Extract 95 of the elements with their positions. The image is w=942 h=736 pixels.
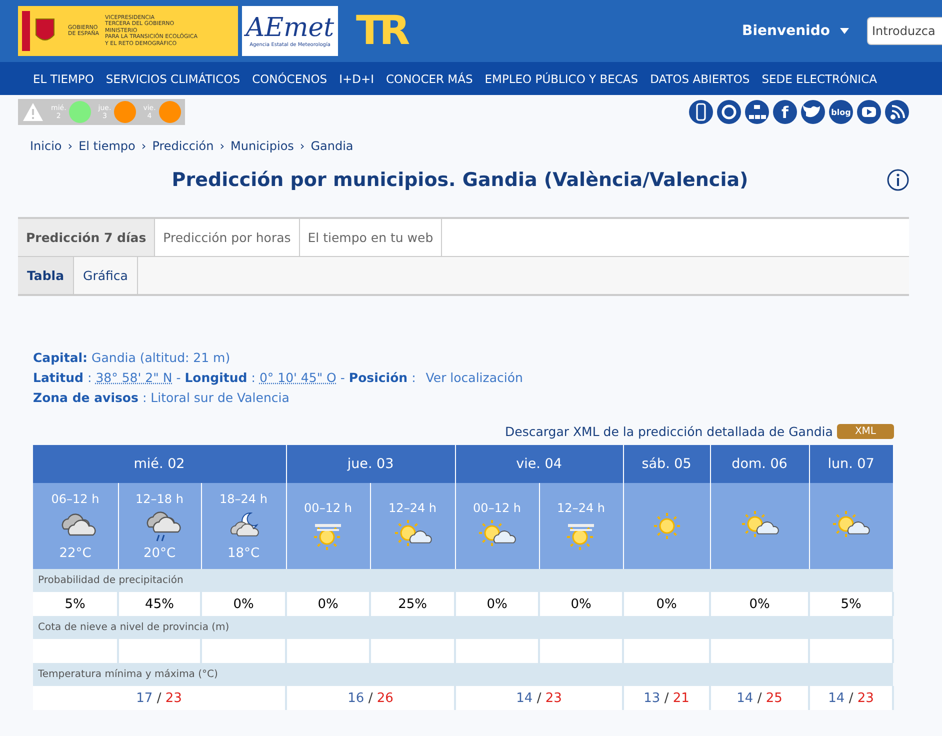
min-temp: 16: [348, 690, 364, 706]
table-cell: 25%: [370, 592, 456, 616]
max-temp: 23: [857, 690, 874, 706]
max-temp: 23: [165, 690, 182, 706]
table-cell: 5%: [809, 592, 894, 616]
separator: /: [536, 690, 542, 706]
field-label: Capital:: [33, 349, 88, 367]
separator: :: [412, 369, 416, 387]
separator: /: [756, 690, 763, 706]
breadcrumb-link[interactable]: Municipios: [230, 139, 294, 153]
row-label: Cota de nieve a nivel de provincia (m): [33, 616, 894, 639]
row-label: Temperatura mínima y máxima (°C): [33, 663, 894, 686]
play-icon[interactable]: [857, 100, 881, 124]
min-temp: 14: [516, 690, 533, 706]
min-temp: 17: [136, 690, 153, 706]
menu-item[interactable]: I+D+I: [333, 72, 380, 86]
separator: ›: [220, 139, 225, 153]
table-cell: 45%: [118, 592, 201, 616]
separator: :: [87, 369, 92, 387]
table-cell: 0%: [455, 592, 540, 616]
breadcrumb-link[interactable]: Inicio: [30, 139, 62, 153]
menu-item[interactable]: SERVICIOS CLIMÁTICOS: [100, 72, 246, 86]
breadcrumb-link[interactable]: Predicción: [152, 139, 214, 153]
day-header: sáb. 05: [623, 445, 710, 483]
field-label: Latitud: [33, 369, 84, 387]
separator: /: [156, 690, 162, 706]
max-temp: 25: [766, 690, 782, 706]
table-cell: 0%: [710, 592, 810, 616]
info-icon[interactable]: [887, 169, 909, 191]
max-temp: 26: [376, 690, 394, 706]
table-cell: 0%: [539, 592, 624, 616]
download-link[interactable]: Descargar XML de la predicción detallada de Gandia: [505, 424, 833, 439]
field-label: Zona de avisos: [33, 389, 138, 407]
separator: -: [340, 369, 345, 387]
day-header: dom. 06: [710, 445, 810, 483]
separator: ›: [141, 139, 146, 153]
bird-icon[interactable]: [801, 100, 825, 124]
menu-item[interactable]: SEDE ELECTRÓNICA: [756, 72, 883, 86]
field-value: Litoral sur de Valencia: [150, 389, 290, 407]
forecast-cell: 00–12 h: [286, 483, 370, 569]
row-label: Probabilidad de precipitación: [33, 569, 894, 592]
table-cell: 0%: [201, 592, 286, 616]
menu-item[interactable]: CONÓCENOS: [246, 72, 334, 86]
breadcrumb-link[interactable]: Gandia: [310, 139, 354, 153]
separator: ›: [68, 139, 73, 153]
tab[interactable]: Tabla: [18, 257, 74, 294]
separator: /: [663, 690, 670, 706]
separator: ›: [300, 139, 305, 153]
day-header: lun. 07: [809, 445, 894, 483]
menu-item[interactable]: EMPLEO PÚBLICO Y BECAS: [478, 72, 644, 86]
field-value: 0° 10' 45" O: [259, 369, 336, 387]
max-temp: 21: [672, 690, 690, 706]
separator: :: [142, 389, 147, 407]
separator: /: [367, 690, 374, 706]
field-value: Gandia (altitud: 21 m): [92, 349, 230, 367]
min-temp: 13: [644, 690, 660, 706]
tab[interactable]: Gráfica: [74, 257, 138, 294]
breadcrumb-link[interactable]: El tiempo: [78, 139, 136, 153]
separator: -: [176, 369, 181, 387]
sitemap-icon[interactable]: [745, 100, 769, 124]
separator: :: [251, 369, 256, 387]
min-temp: 14: [736, 690, 754, 706]
phone-icon[interactable]: [689, 100, 713, 124]
min-temp: 14: [828, 690, 845, 706]
table-cell: 0%: [286, 592, 370, 616]
forecast-cell: 12–18 h 20°C: [118, 483, 201, 569]
forecast-cell: 18–24 h 18°C: [201, 483, 286, 569]
facebook-icon[interactable]: f: [773, 100, 797, 124]
menu-item[interactable]: EL TIEMPO: [27, 72, 100, 86]
day-header: vie. 04: [455, 445, 624, 483]
max-temp: 23: [545, 690, 562, 706]
field-value: 38° 58' 2" N: [96, 369, 172, 387]
separator: /: [848, 690, 854, 706]
blog-icon[interactable]: blog: [829, 100, 853, 124]
table-cell: 5%: [33, 592, 118, 616]
forecast-cell: 00–12 h: [455, 483, 540, 569]
forecast-cell: 12–24 h: [370, 483, 456, 569]
caret-icon: [840, 28, 849, 34]
day-header: jue. 03: [286, 445, 456, 483]
forecast-cell: 12–24 h: [539, 483, 624, 569]
table-cell: 0%: [623, 592, 710, 616]
menu-item[interactable]: DATOS ABIERTOS: [644, 72, 756, 86]
recovery-logo: TR: [356, 8, 406, 54]
forecast-cell: 06–12 h 22°C: [33, 483, 118, 569]
rss-icon[interactable]: [885, 100, 909, 124]
search-field[interactable]: Introduzca: [867, 17, 942, 45]
field-label: Longitud: [184, 369, 248, 387]
tab[interactable]: Predicción 7 días: [18, 219, 156, 256]
field-label: Posición: [348, 369, 408, 387]
map-link[interactable]: Ver localización: [426, 368, 523, 388]
welcome-menu[interactable]: Bienvenido: [742, 23, 849, 39]
menu-item[interactable]: CONOCER MÁS: [380, 72, 479, 86]
warning-icon: [22, 102, 44, 122]
day-header: mié. 02: [33, 445, 286, 483]
page-title: Predicción por municipios. Gandia (València/Valencia): [170, 169, 750, 191]
